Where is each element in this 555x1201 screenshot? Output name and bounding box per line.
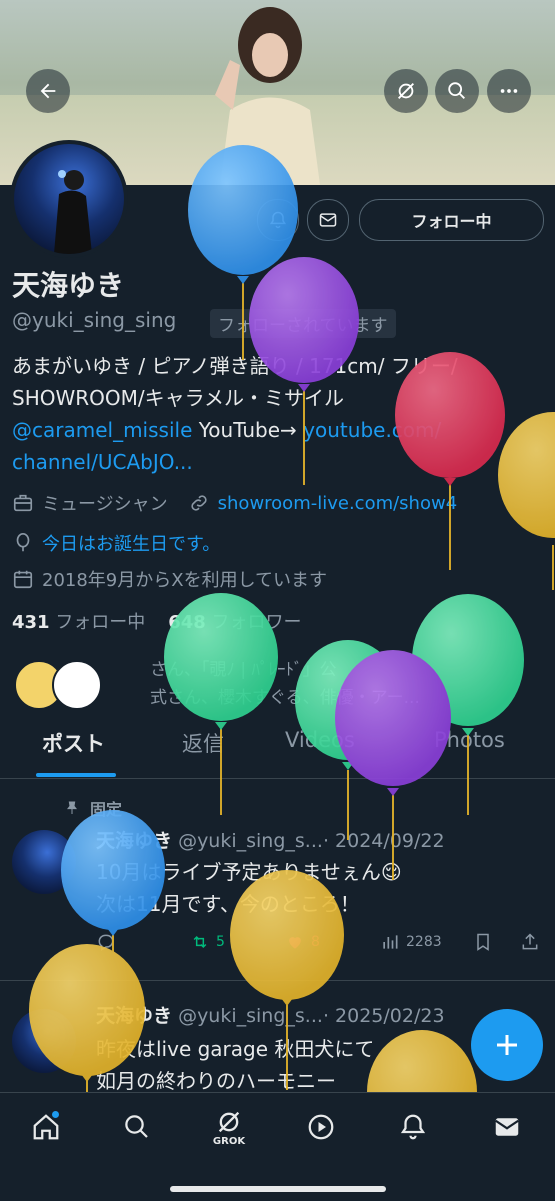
tab-videos[interactable]: Videos xyxy=(285,728,355,752)
nav-notifications[interactable] xyxy=(393,1107,433,1147)
profile-name: 天海ゆき xyxy=(12,269,125,302)
arrow-left-icon xyxy=(40,83,56,99)
post-header: 天海ゆき @yuki_sing_s...· 2024/09/22 xyxy=(96,826,445,853)
more-dots-icon xyxy=(500,89,518,93)
profile-handle: @yuki_sing_sing xyxy=(12,308,177,332)
joined-date: 2018年9月からXを利用しています xyxy=(42,570,328,591)
like-button[interactable]: 8 xyxy=(285,932,320,952)
profile-avatar[interactable] xyxy=(10,140,128,258)
post-author-name: 天海ゆき xyxy=(96,830,173,852)
notification-bell-button[interactable] xyxy=(257,199,299,241)
views-chart-icon xyxy=(383,935,398,949)
grok-analyze-button[interactable] xyxy=(384,69,428,113)
followed-by-line-1: さん、「覗ﾉ | ﾊﾟﾚｰﾄﾞ」公 xyxy=(150,660,337,680)
followers-link[interactable]: 648 フォロワー xyxy=(168,612,301,633)
message-button[interactable] xyxy=(307,199,349,241)
nav-search[interactable] xyxy=(117,1107,157,1147)
nav-grok[interactable]: GROK xyxy=(209,1107,249,1147)
following-link[interactable]: 431 フォロー中 xyxy=(12,612,145,633)
tab-replies[interactable]: 返信 xyxy=(182,728,224,758)
plus-icon xyxy=(497,1035,517,1055)
bio-mention-link[interactable]: @caramel_missile xyxy=(12,418,192,442)
video-icon xyxy=(308,1114,334,1140)
nav-video[interactable] xyxy=(301,1107,341,1147)
link-icon xyxy=(191,495,207,511)
search-icon xyxy=(125,1115,148,1138)
retweet-icon xyxy=(193,935,207,949)
post-author-avatar[interactable] xyxy=(12,830,76,894)
bookmark-button[interactable] xyxy=(473,932,493,952)
profile-bio: あまがいゆき / ピアノ弾き語り / 171cm/ フリー/ SHOWROOM/… xyxy=(12,350,542,478)
profile-joined-row: 2018年9月からXを利用しています xyxy=(12,566,327,592)
birthday-text: 今日はお誕生日です。 xyxy=(42,534,221,555)
following-button[interactable]: フォロー中 xyxy=(359,199,544,241)
views-button[interactable]: 2283 xyxy=(380,932,442,952)
follow-stats: 431 フォロー中 648 フォロワー xyxy=(12,608,302,634)
reply-button[interactable] xyxy=(96,932,116,952)
tab-posts[interactable]: ポスト xyxy=(42,728,105,758)
views-count: 2283 xyxy=(406,934,442,950)
bio-line-3: @caramel_missile YouTube→ youtube.com/ xyxy=(12,414,542,446)
heart-icon xyxy=(289,937,301,949)
tab-photos[interactable]: Photos xyxy=(434,728,505,752)
active-tab-indicator xyxy=(36,773,116,777)
post-text: 昨夜はlive garage 秋田犬にて 如月の終わりのハーモニー xyxy=(96,1037,375,1093)
profile-tabs: ポスト 返信 Videos Photos xyxy=(0,728,555,779)
bio-line-2: SHOWROOM/キャラメル・ミサイル xyxy=(12,386,345,410)
avatar-singer-silhouette xyxy=(54,170,92,254)
briefcase-icon xyxy=(13,494,33,512)
pin-icon xyxy=(67,801,77,814)
post-date: · 2025/02/23 xyxy=(322,1005,445,1027)
followed-by-line-2: 式さん、櫻木すぐる、俳優・アー... xyxy=(150,688,420,708)
banner-photo-figure xyxy=(215,7,320,185)
retweet-button[interactable]: 5 xyxy=(190,932,225,952)
profile-website-link[interactable]: showroom-live.com/show4 xyxy=(218,493,458,514)
post-author-handle: @yuki_sing_s... xyxy=(178,830,323,852)
grok-icon xyxy=(218,1111,240,1132)
reply-icon xyxy=(98,934,114,951)
bio-youtube-link[interactable]: youtube.com/ xyxy=(303,418,441,442)
home-notification-dot xyxy=(52,1111,59,1118)
post-author-avatar[interactable] xyxy=(12,1009,76,1073)
balloon-icon xyxy=(16,533,30,552)
envelope-icon xyxy=(319,213,337,227)
nav-home[interactable] xyxy=(26,1107,66,1147)
share-button[interactable] xyxy=(520,932,540,952)
profile-meta-row: ミュージシャン showroom-live.com/show4 xyxy=(12,490,457,516)
post-item[interactable]: 固定 天海ゆき @yuki_sing_s...· 2024/09/22 10月は… xyxy=(0,780,555,981)
pinned-label: 固定 xyxy=(64,796,122,820)
followed-by-avatar[interactable] xyxy=(52,660,102,710)
bottom-navigation: GROK xyxy=(0,1092,555,1201)
bell-plus-icon xyxy=(269,211,287,229)
post-author-handle: @yuki_sing_s... xyxy=(178,1005,323,1027)
home-indicator xyxy=(170,1186,386,1192)
search-icon xyxy=(448,82,465,99)
more-button[interactable] xyxy=(487,69,531,113)
bio-line-1: あまがいゆき / ピアノ弾き語り / 171cm/ フリー/ xyxy=(12,354,458,378)
grok-label: GROK xyxy=(212,1135,246,1147)
post-date: · 2024/09/22 xyxy=(322,830,445,852)
follows-you-badge: フォローされています xyxy=(210,309,396,338)
share-icon xyxy=(522,933,538,950)
mail-icon xyxy=(495,1118,519,1136)
calendar-icon xyxy=(13,570,33,589)
followed-by-text[interactable]: さん、「覗ﾉ | ﾊﾟﾚｰﾄﾞ」公 式さん、櫻木すぐる、俳優・アー... xyxy=(150,656,545,712)
post-author-name: 天海ゆき xyxy=(96,1005,173,1027)
bookmark-icon xyxy=(477,933,489,951)
bio-youtube-link-continued[interactable]: channel/UCAbJO... xyxy=(12,446,542,478)
like-count: 8 xyxy=(311,934,320,950)
search-button[interactable] xyxy=(435,69,479,113)
nav-messages[interactable] xyxy=(487,1107,527,1147)
bell-icon xyxy=(400,1114,426,1140)
retweet-count: 5 xyxy=(216,934,225,950)
compose-post-button[interactable] xyxy=(471,1009,543,1081)
back-button[interactable] xyxy=(26,69,70,113)
profile-birthday-row: 今日はお誕生日です。 xyxy=(12,530,220,556)
grok-slash-icon xyxy=(398,83,414,99)
profile-category: ミュージシャン xyxy=(42,494,168,515)
post-header: 天海ゆき @yuki_sing_s...· 2025/02/23 xyxy=(96,1001,445,1028)
post-text: 10月はライブ予定ありませぇん😌 次は11月です、今のところ！ xyxy=(96,860,402,916)
bio-youtube-text: YouTube→ xyxy=(192,418,304,442)
